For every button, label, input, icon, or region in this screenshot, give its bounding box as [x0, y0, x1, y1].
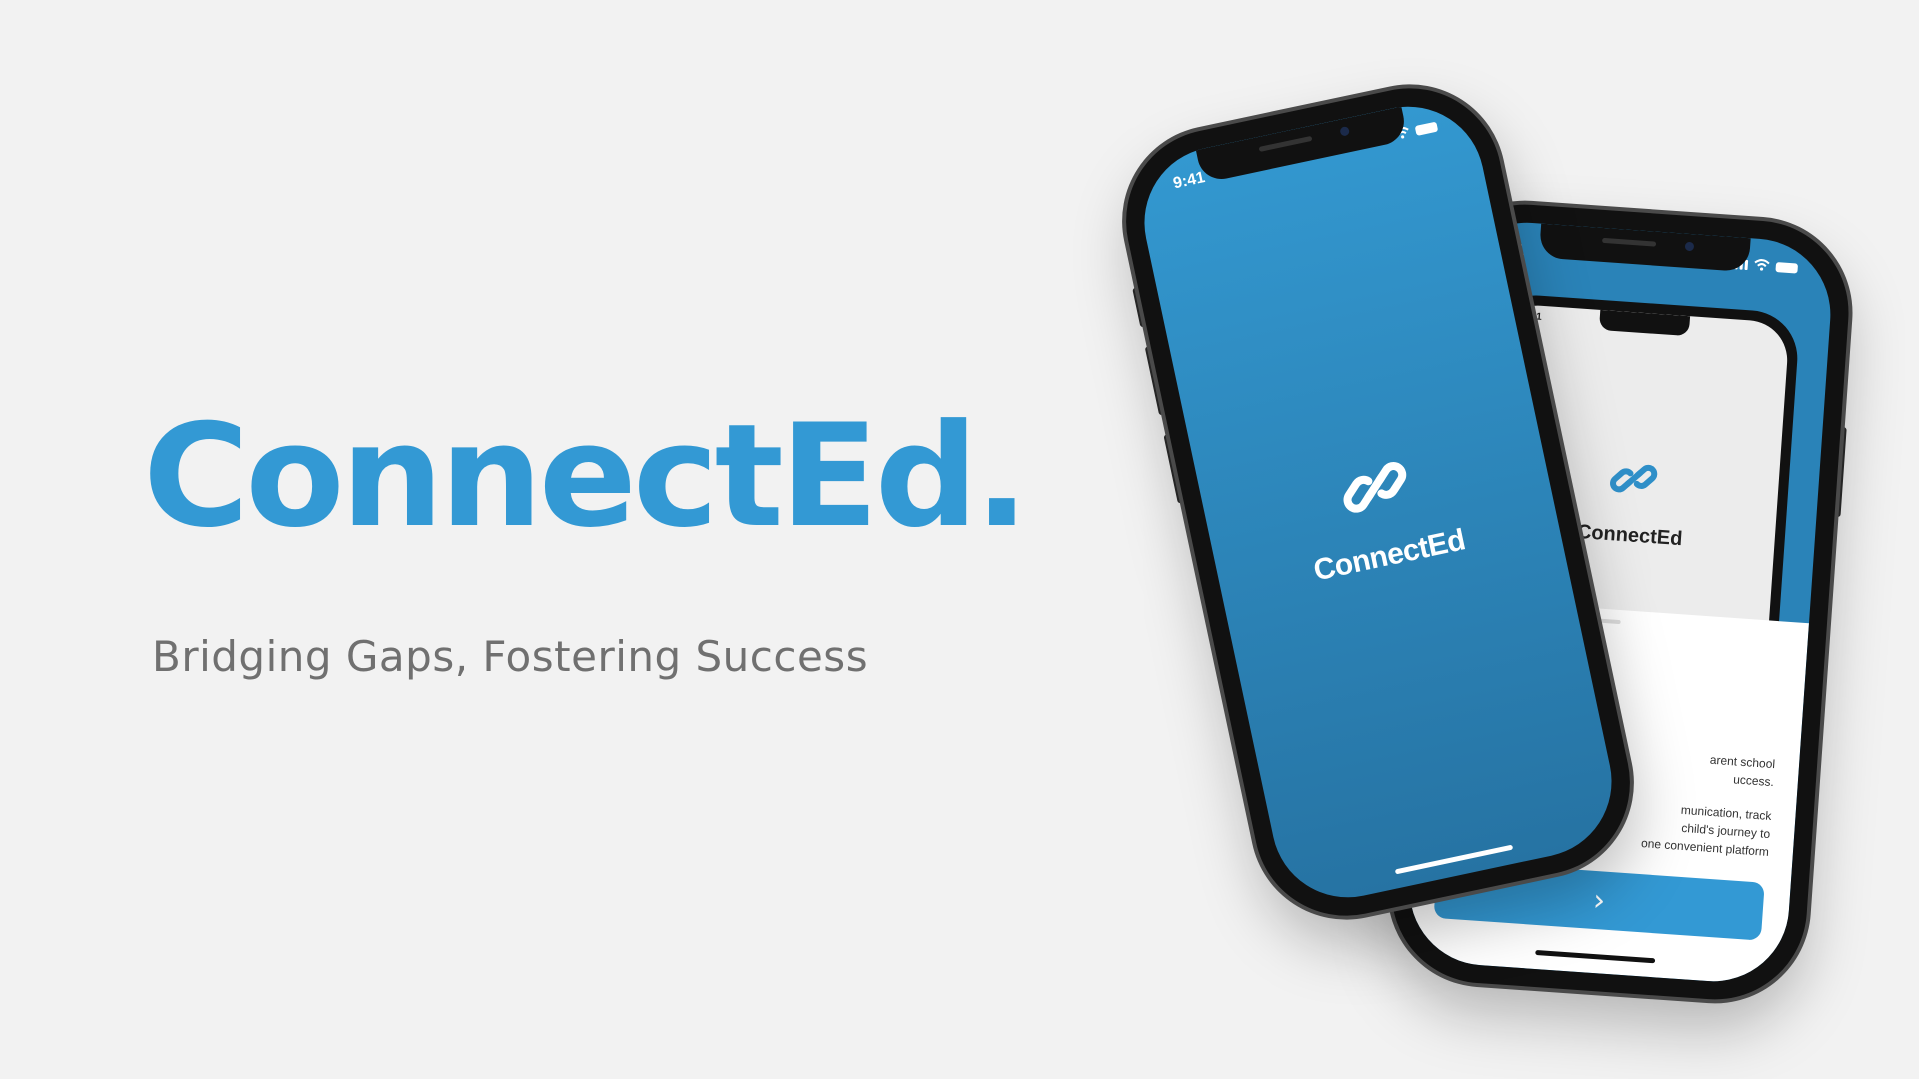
- chevron-right-icon: ›: [1591, 882, 1607, 919]
- splash-phone-mockup: 9:41 ConnectEd: [1108, 71, 1648, 933]
- link-chain-icon: [1610, 464, 1658, 493]
- wifi-icon: [1754, 259, 1770, 271]
- link-chain-icon: [1343, 462, 1407, 513]
- inner-notch: [1598, 309, 1691, 337]
- battery-icon: [1775, 262, 1799, 274]
- battery-icon: [1414, 121, 1439, 136]
- hero-tagline: Bridging Gaps, Fostering Success: [152, 632, 869, 681]
- hero-title: ConnectEd.: [143, 394, 1029, 559]
- status-time: 9:41: [1171, 169, 1207, 193]
